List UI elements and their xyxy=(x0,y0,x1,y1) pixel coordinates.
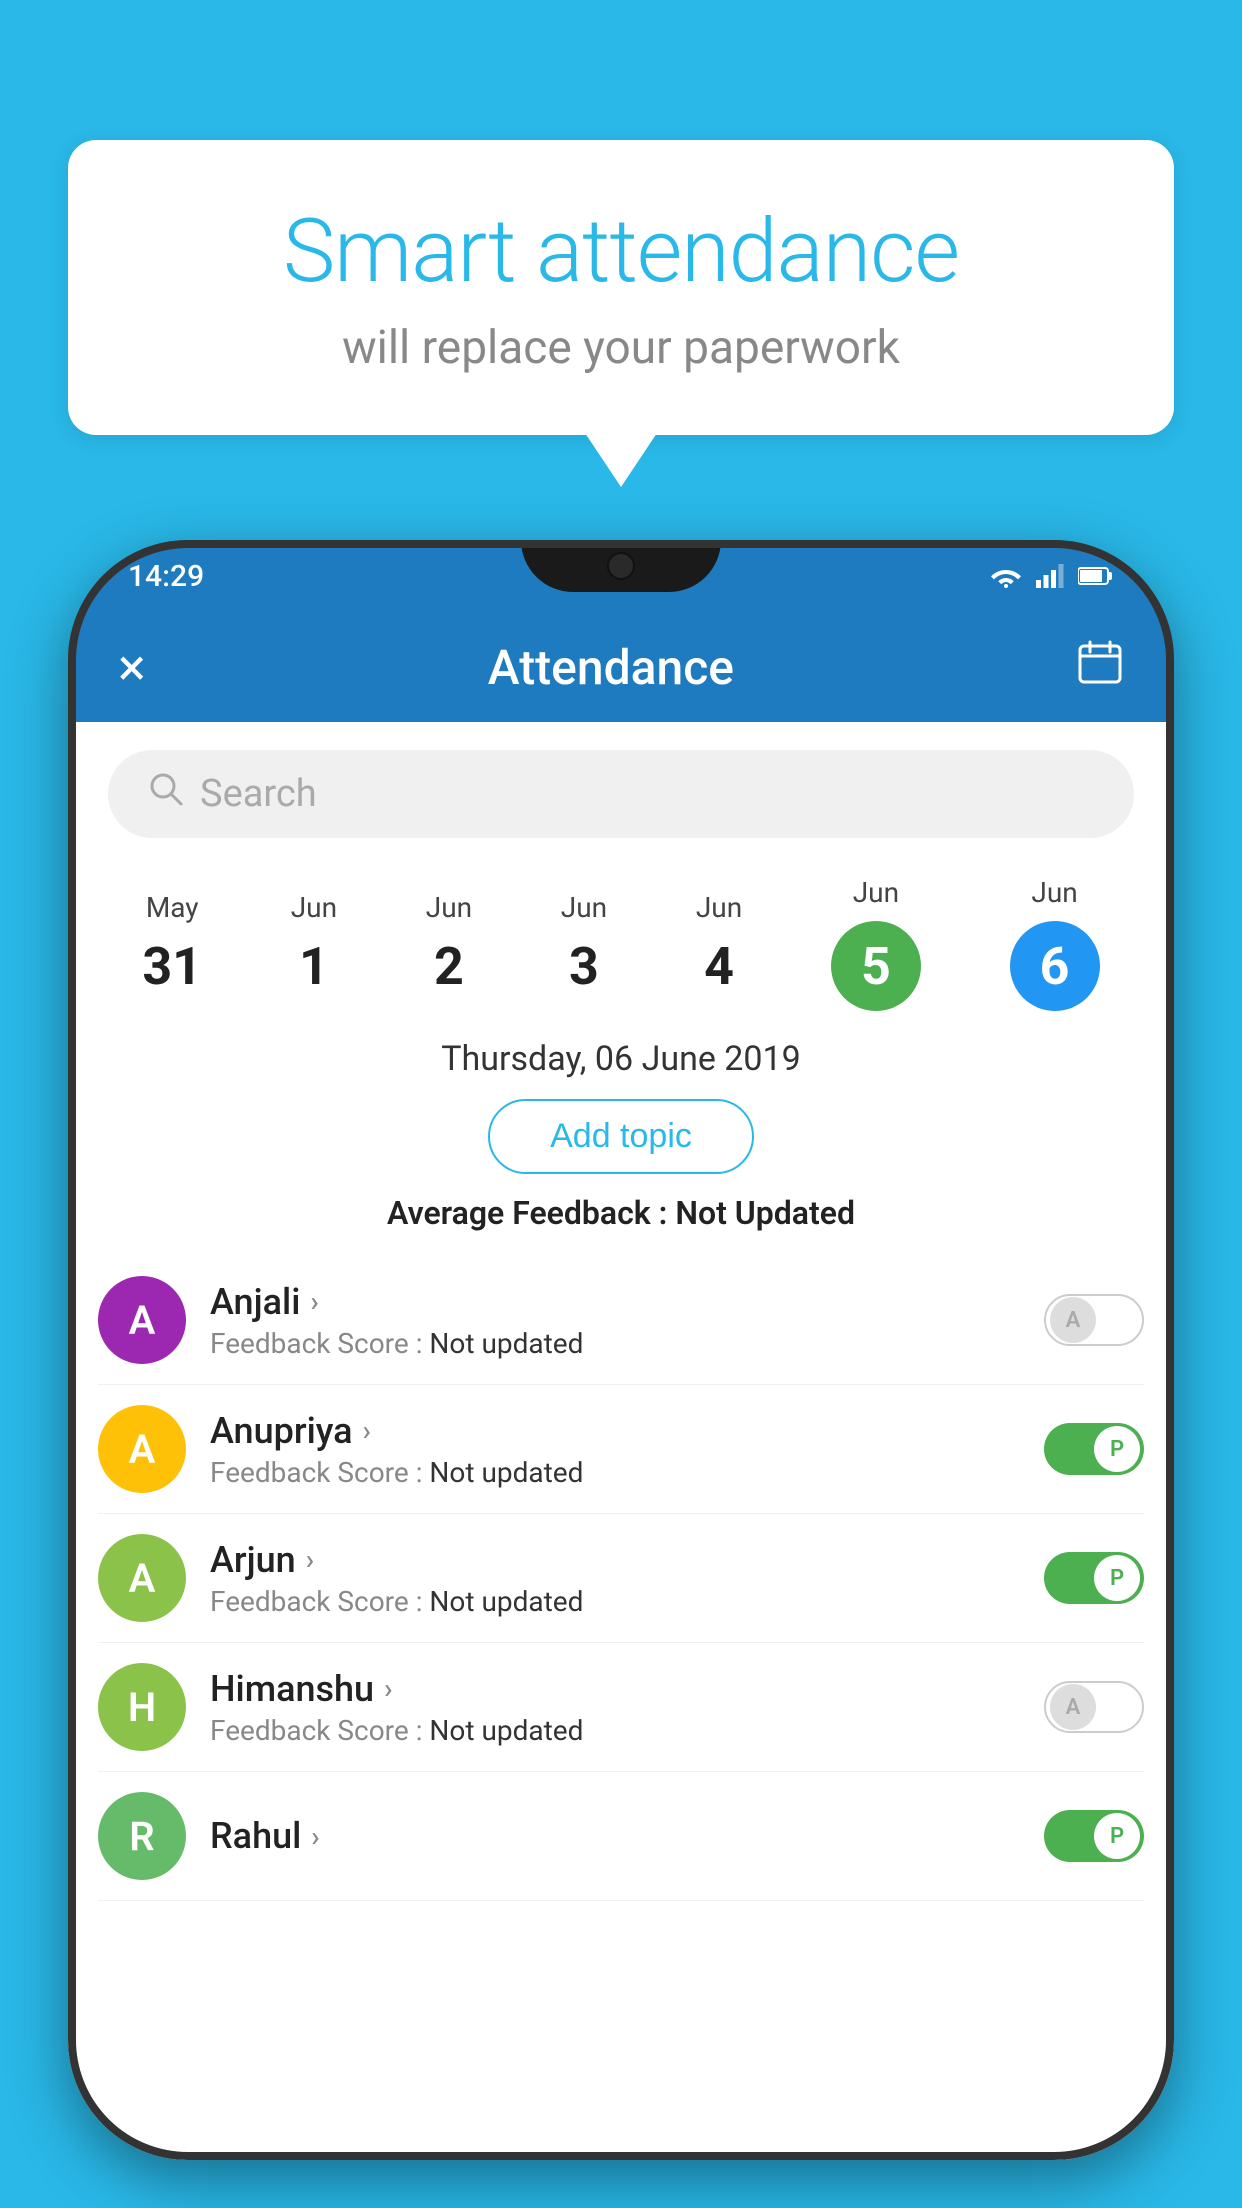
student-info-arjun[interactable]: Arjun › Feedback Score : Not updated xyxy=(210,1539,1020,1618)
date-item-jun6[interactable]: Jun 6 xyxy=(1010,876,1100,1011)
student-info-himanshu[interactable]: Himanshu › Feedback Score : Not updated xyxy=(210,1668,1020,1747)
student-info-anupriya[interactable]: Anupriya › Feedback Score : Not updated xyxy=(210,1410,1020,1489)
bubble-title: Smart attendance xyxy=(128,200,1114,303)
toggle-anjali[interactable]: A xyxy=(1044,1294,1144,1346)
student-avatar-arjun: A xyxy=(98,1534,186,1622)
student-info-rahul[interactable]: Rahul › xyxy=(210,1815,1020,1857)
add-topic-button[interactable]: Add topic xyxy=(488,1099,754,1174)
student-list: A Anjali › Feedback Score : Not updated … xyxy=(68,1256,1174,1901)
student-feedback-arjun: Feedback Score : Not updated xyxy=(210,1585,1020,1618)
date-selector: May 31 Jun 1 Jun 2 Jun 3 Jun 4 xyxy=(68,866,1174,1031)
phone-wrapper: 14:29 xyxy=(68,540,1174,2208)
chevron-right-icon: › xyxy=(363,1414,371,1447)
toggle-himanshu[interactable]: A xyxy=(1044,1681,1144,1733)
status-time: 14:29 xyxy=(128,559,204,594)
search-icon xyxy=(148,771,184,817)
date-item-jun5[interactable]: Jun 5 xyxy=(831,876,921,1011)
student-feedback-anjali: Feedback Score : Not updated xyxy=(210,1327,1020,1360)
student-feedback-anupriya: Feedback Score : Not updated xyxy=(210,1456,1020,1489)
date-item-jun2[interactable]: Jun 2 xyxy=(426,891,472,997)
chevron-right-icon: › xyxy=(311,1820,319,1853)
student-avatar-anjali: A xyxy=(98,1276,186,1364)
student-name-himanshu: Himanshu › xyxy=(210,1668,1020,1710)
battery-icon xyxy=(1078,565,1114,587)
toggle-anupriya[interactable]: P xyxy=(1044,1423,1144,1475)
chevron-right-icon: › xyxy=(384,1672,392,1705)
phone-notch xyxy=(521,540,721,592)
screen-content: Search May 31 Jun 1 Jun 2 Jun 3 xyxy=(68,722,1174,2160)
student-item: A Arjun › Feedback Score : Not updated P xyxy=(98,1514,1144,1643)
student-item: A Anjali › Feedback Score : Not updated … xyxy=(98,1256,1144,1385)
front-camera xyxy=(607,552,635,580)
avg-feedback-value: Not Updated xyxy=(675,1194,855,1232)
average-feedback: Average Feedback : Not Updated xyxy=(68,1194,1174,1232)
date-item-jun3[interactable]: Jun 3 xyxy=(561,891,607,997)
status-icons xyxy=(990,564,1114,588)
toggle-arjun[interactable]: P xyxy=(1044,1552,1144,1604)
wifi-icon xyxy=(990,564,1022,588)
student-avatar-himanshu: H xyxy=(98,1663,186,1751)
app-bar-title: Attendance xyxy=(488,639,734,696)
speech-bubble-container: Smart attendance will replace your paper… xyxy=(68,140,1174,435)
calendar-button[interactable] xyxy=(1076,638,1124,697)
chevron-right-icon: › xyxy=(310,1285,318,1318)
date-item-jun4[interactable]: Jun 4 xyxy=(696,891,742,997)
student-avatar-rahul: R xyxy=(98,1792,186,1880)
student-item: A Anupriya › Feedback Score : Not update… xyxy=(98,1385,1144,1514)
selected-date-label: Thursday, 06 June 2019 xyxy=(68,1039,1174,1079)
date-item-may31[interactable]: May 31 xyxy=(142,891,202,997)
student-name-arjun: Arjun › xyxy=(210,1539,1020,1581)
student-item: H Himanshu › Feedback Score : Not update… xyxy=(98,1643,1144,1772)
search-bar[interactable]: Search xyxy=(108,750,1134,838)
student-info-anjali[interactable]: Anjali › Feedback Score : Not updated xyxy=(210,1281,1020,1360)
search-placeholder: Search xyxy=(200,772,317,816)
student-name-anjali: Anjali › xyxy=(210,1281,1020,1323)
phone-mockup: 14:29 xyxy=(68,540,1174,2160)
chevron-right-icon: › xyxy=(306,1543,314,1576)
toggle-rahul[interactable]: P xyxy=(1044,1810,1144,1862)
student-avatar-anupriya: A xyxy=(98,1405,186,1493)
close-button[interactable]: × xyxy=(118,637,146,698)
signal-icon xyxy=(1036,564,1064,588)
student-name-rahul: Rahul › xyxy=(210,1815,1020,1857)
student-feedback-himanshu: Feedback Score : Not updated xyxy=(210,1714,1020,1747)
student-item: R Rahul › P xyxy=(98,1772,1144,1901)
bubble-subtitle: will replace your paperwork xyxy=(128,321,1114,375)
avg-feedback-label: Average Feedback : xyxy=(387,1194,675,1232)
date-item-jun1[interactable]: Jun 1 xyxy=(291,891,337,997)
app-bar: × Attendance xyxy=(68,612,1174,722)
speech-bubble: Smart attendance will replace your paper… xyxy=(68,140,1174,435)
student-name-anupriya: Anupriya › xyxy=(210,1410,1020,1452)
